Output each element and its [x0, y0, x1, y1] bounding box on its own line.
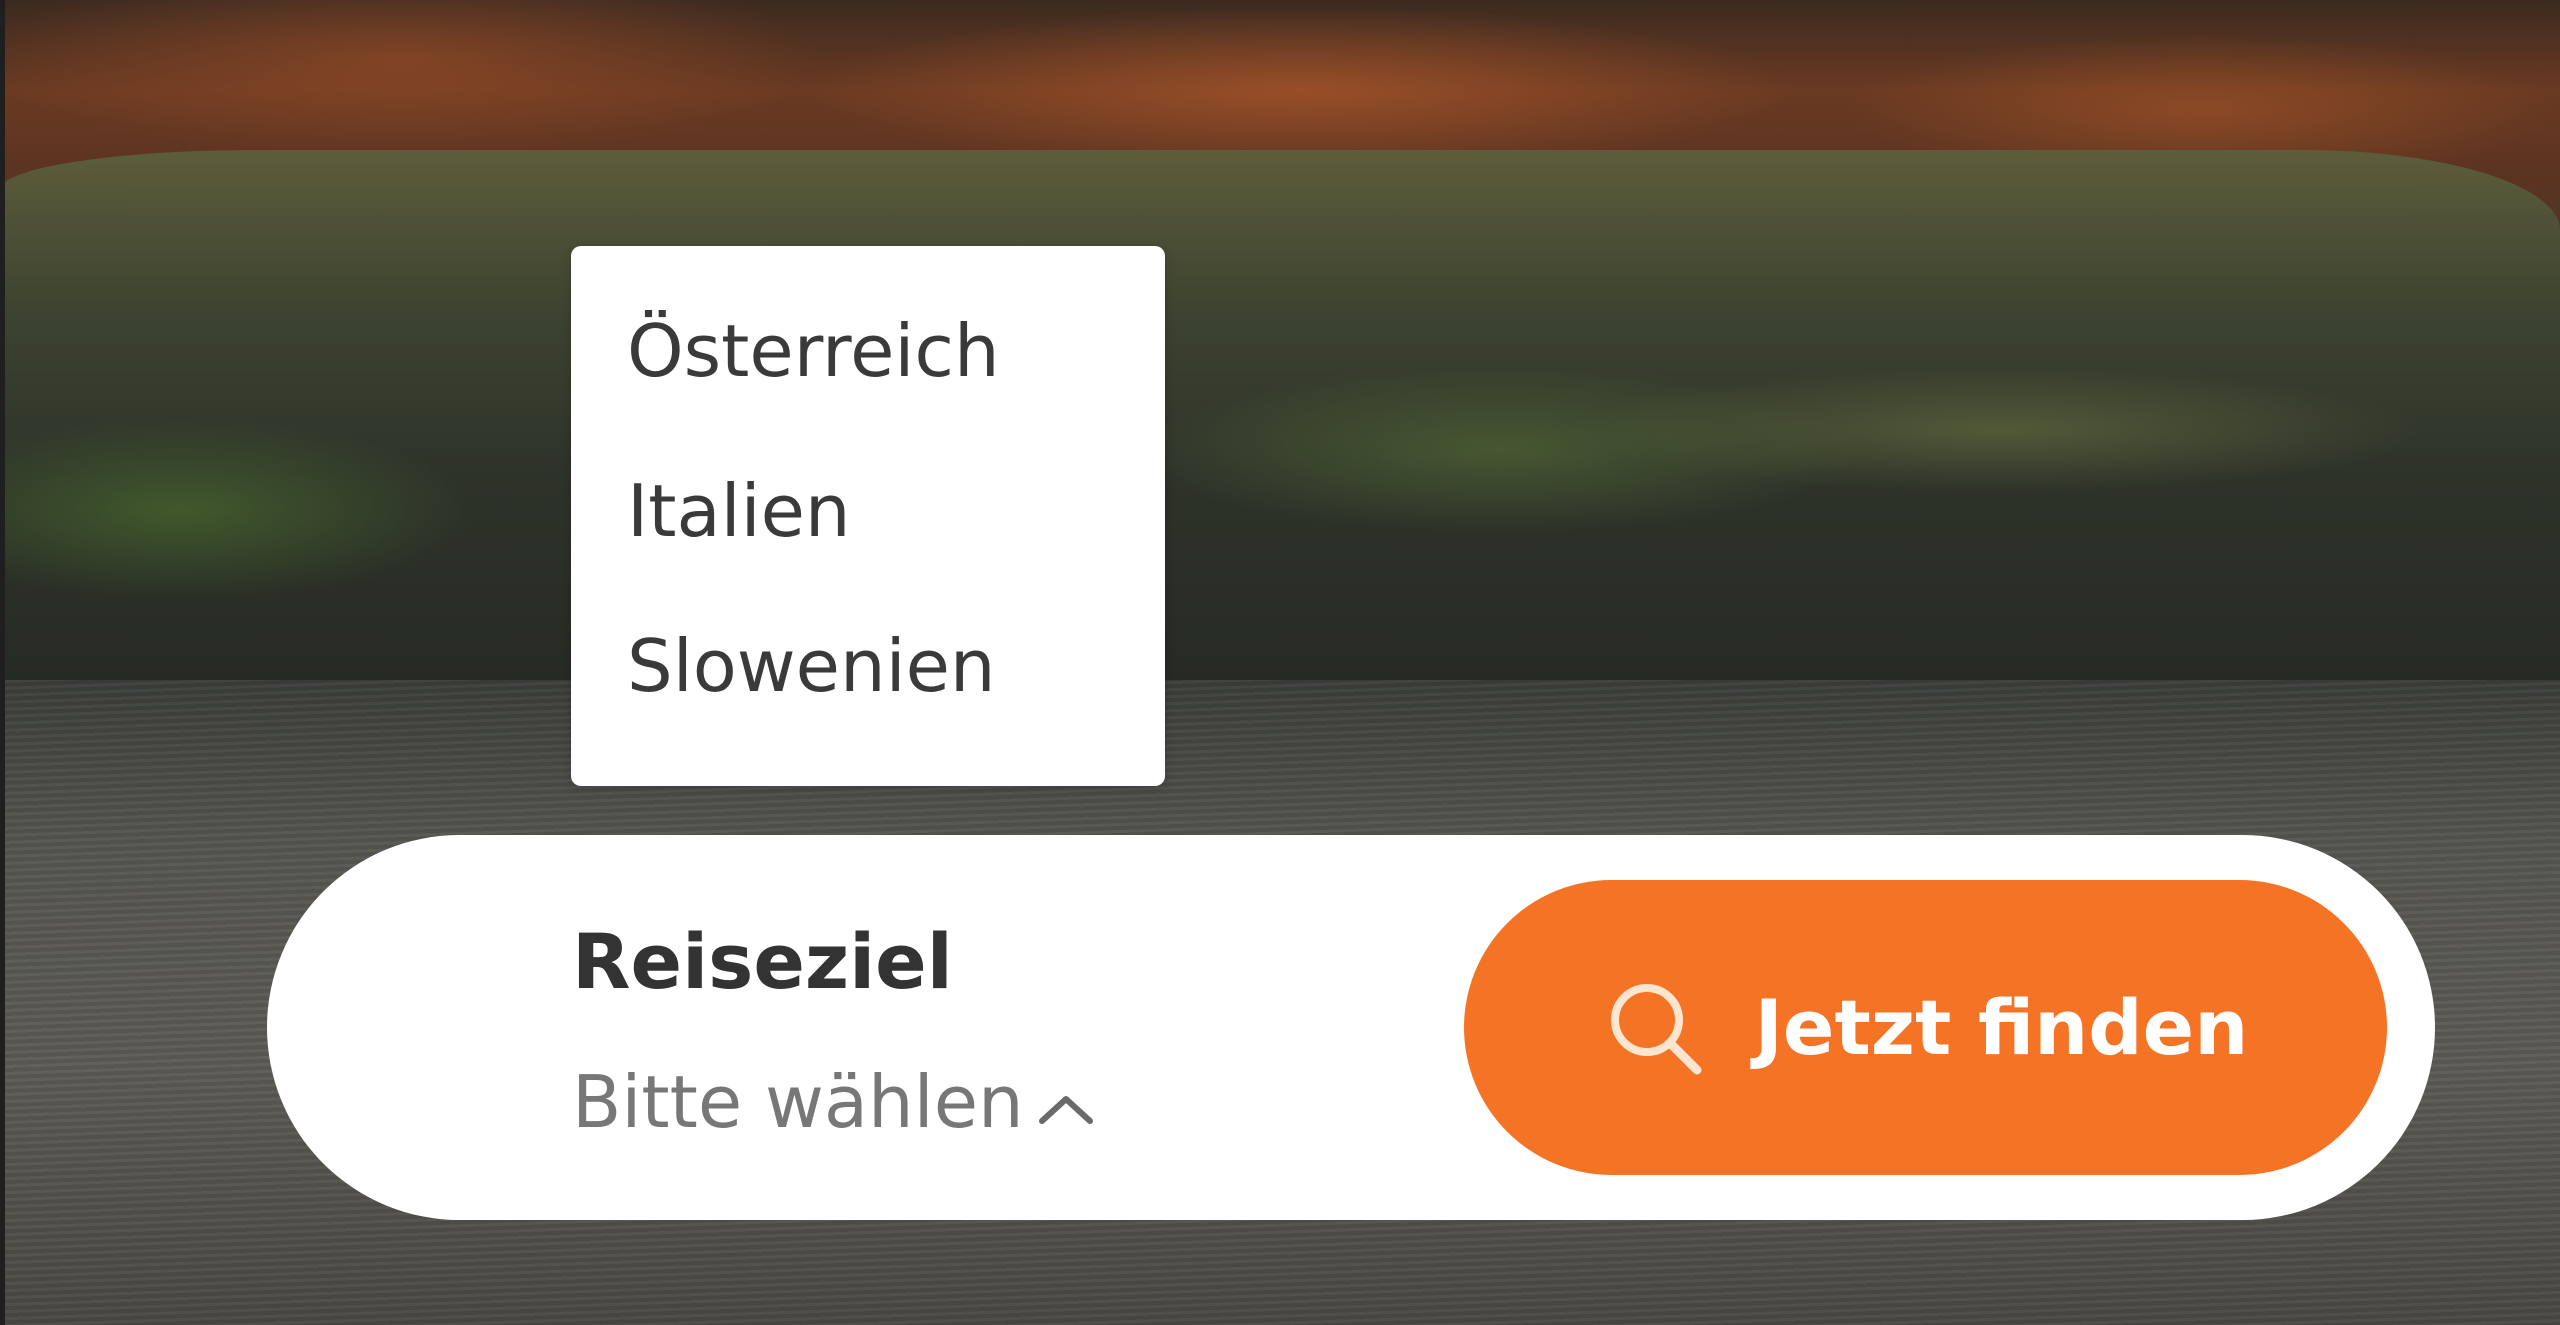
destination-select[interactable]: Bitte wählen: [572, 1057, 1096, 1147]
find-now-button-label: Jetzt finden: [1754, 983, 2249, 1072]
find-now-button[interactable]: Jetzt finden: [1464, 880, 2387, 1175]
dropdown-option-slowenien[interactable]: Slowenien: [627, 626, 996, 706]
background-meadow: [0, 150, 2560, 690]
search-icon: [1610, 983, 1702, 1074]
search-bar: Reiseziel Bitte wählen Jetzt finden: [267, 835, 2435, 1220]
hero-background: Österreich Italien Slowenien Reiseziel B…: [0, 0, 2560, 1325]
frame-edge: [0, 0, 5, 1325]
destination-select-value: Bitte wählen: [572, 1060, 1024, 1144]
destination-dropdown-menu: Österreich Italien Slowenien: [571, 246, 1165, 786]
chevron-up-icon: [1038, 1096, 1093, 1124]
destination-field-label: Reiseziel: [572, 917, 953, 1006]
dropdown-option-oesterreich[interactable]: Österreich: [627, 311, 1000, 391]
dropdown-option-italien[interactable]: Italien: [627, 471, 851, 551]
